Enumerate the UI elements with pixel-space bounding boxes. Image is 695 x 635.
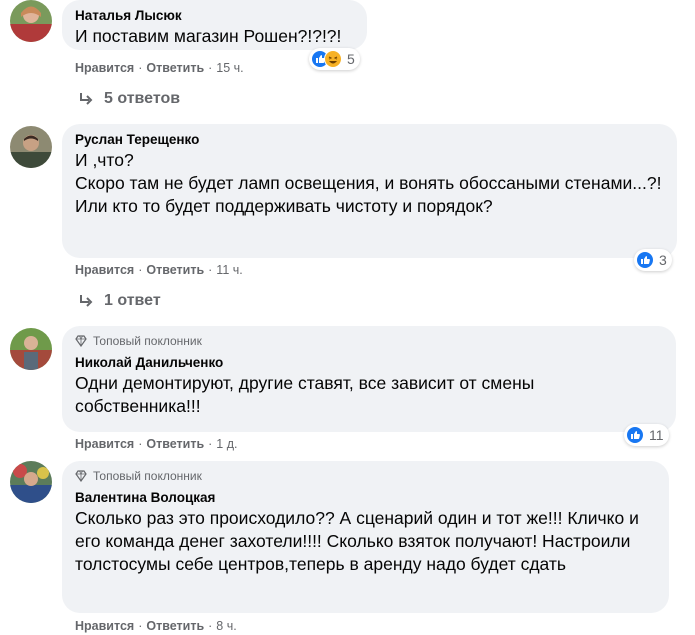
comment-text: И ,что? Скоро там не будет ламп освещени… [75,150,662,216]
separator: · [138,61,143,75]
badge-label: Топовый поклонник [93,469,202,483]
comment-actions: Нравится · Ответить · 15 ч. [75,60,244,76]
separator: · [138,437,143,451]
comment-text: И поставим магазин Рошен?!?!?! [75,26,342,46]
like-icon [626,426,644,444]
separator: · [208,437,213,451]
reactions-summary[interactable]: 3 [634,249,672,271]
replies-label: 1 ответ [104,292,161,309]
top-fan-badge[interactable]: Топовый поклонник [75,333,663,349]
reply-button[interactable]: Ответить [146,61,204,75]
haha-icon [324,50,342,68]
comment-actions: Нравится · Ответить · 11 ч. [75,262,243,278]
comment-author[interactable]: Руслан Терещенко [75,131,664,149]
badge-label: Топовый поклонник [93,334,202,348]
comment-bubble: Топовый поклонник Николай Данильченко Од… [62,326,676,432]
view-replies-button[interactable]: 5 ответов [78,90,180,108]
avatar[interactable] [10,461,52,503]
separator: · [138,263,143,277]
comment-time[interactable]: 15 ч. [216,61,243,75]
top-fan-badge[interactable]: Топовый поклонник [75,468,656,484]
comment-text: Сколько раз это происходило?? А сценарий… [75,508,639,574]
avatar[interactable] [10,328,52,370]
reactions-count: 5 [347,51,355,67]
separator: · [138,619,143,633]
like-button[interactable]: Нравится [75,263,134,277]
like-button[interactable]: Нравится [75,619,134,633]
comment-time[interactable]: 8 ч. [216,619,236,633]
comment-time[interactable]: 11 ч. [216,263,242,277]
reactions-count: 11 [649,427,664,443]
comment-actions: Нравится · Ответить · 1 д. [75,436,238,452]
comment-author[interactable]: Валентина Волоцкая [75,489,656,507]
avatar[interactable] [10,126,52,168]
separator: · [208,619,213,633]
like-button[interactable]: Нравится [75,61,134,75]
comment-bubble: Наталья Лысюк И поставим магазин Рошен?!… [62,0,367,50]
replies-label: 5 ответов [104,90,181,107]
diamond-badge-icon [75,335,87,347]
comment-author[interactable]: Наталья Лысюк [75,7,354,25]
reactions-summary[interactable]: 5 [309,48,360,70]
reply-arrow-icon [80,93,93,105]
reply-arrow-icon [80,295,93,307]
separator: · [208,61,213,75]
reply-button[interactable]: Ответить [146,263,204,277]
comment-author[interactable]: Николай Данильченко [75,354,663,372]
reactions-summary[interactable]: 11 [624,424,669,446]
comment-bubble: Топовый поклонник Валентина Волоцкая Ско… [62,461,669,613]
view-replies-button[interactable]: 1 ответ [78,292,161,310]
reply-button[interactable]: Ответить [146,437,204,451]
separator: · [208,263,213,277]
comment-time[interactable]: 1 д. [216,437,237,451]
comment-actions: Нравится · Ответить · 8 ч. [75,618,237,634]
like-icon [636,251,654,269]
comment-bubble: Руслан Терещенко И ,что? Скоро там не бу… [62,124,677,258]
comment-text: Одни демонтируют, другие ставят, все зав… [75,373,535,416]
reactions-count: 3 [659,252,667,268]
diamond-badge-icon [75,470,87,482]
reply-button[interactable]: Ответить [146,619,204,633]
like-button[interactable]: Нравится [75,437,134,451]
avatar[interactable] [10,0,52,42]
